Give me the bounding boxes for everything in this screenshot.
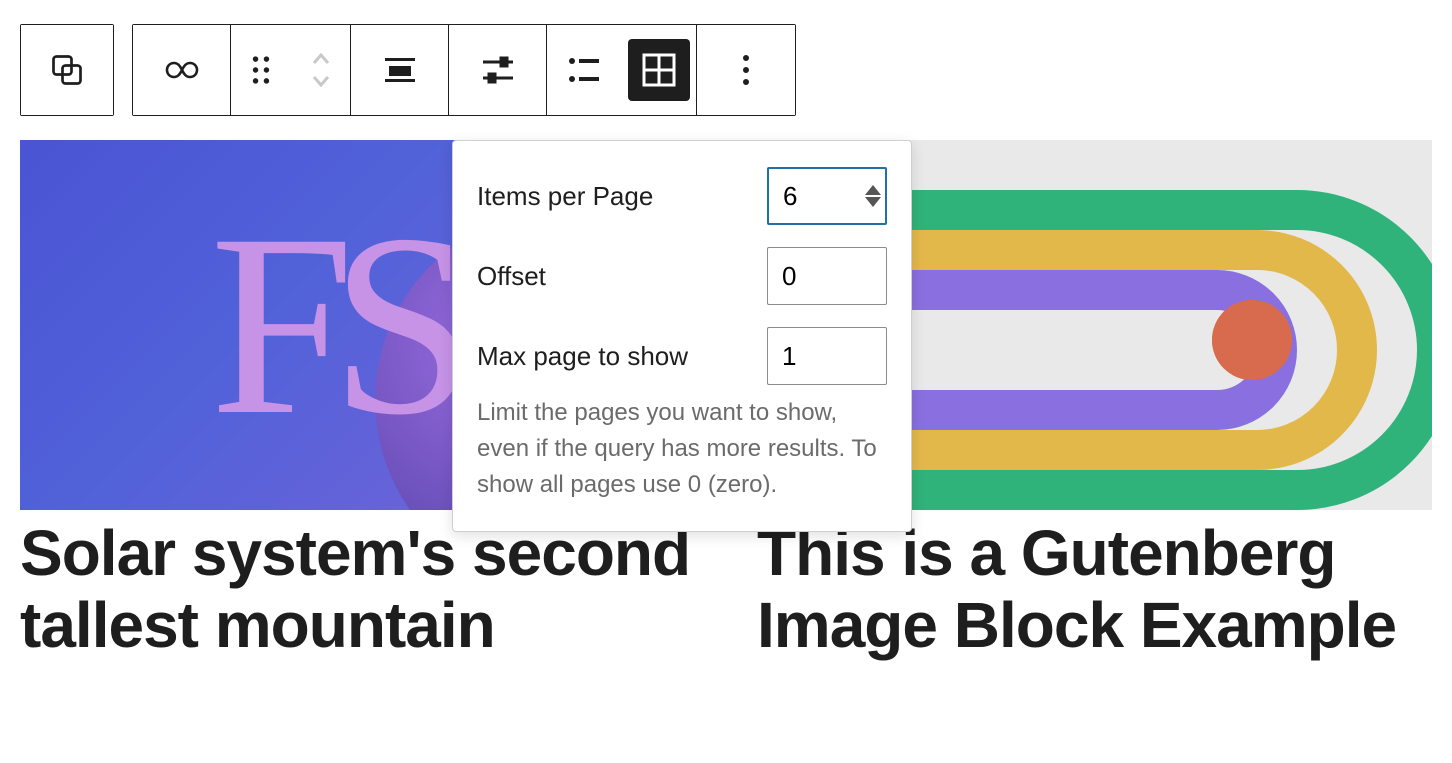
drag-icon: [250, 55, 272, 85]
sliders-icon: [481, 55, 515, 85]
items-per-page-label: Items per Page: [477, 181, 653, 212]
posts-grid: FS Solar system's second tallest mountai…: [20, 140, 1432, 661]
offset-input[interactable]: [767, 247, 887, 305]
align-icon: [383, 58, 417, 82]
block-toolbar: [20, 24, 1432, 116]
display-settings-button[interactable]: [449, 25, 547, 115]
block-type-button[interactable]: [21, 25, 113, 115]
max-page-input[interactable]: [767, 327, 887, 385]
post-title: This is a Gutenberg Image Block Example: [757, 518, 1432, 661]
max-page-field: [767, 327, 887, 385]
grid-view-button[interactable]: [622, 39, 697, 101]
drag-handle-button[interactable]: [231, 25, 291, 115]
move-button[interactable]: [291, 25, 351, 115]
display-settings-popover: Items per Page Offset Max page to show L…: [452, 140, 912, 532]
more-vertical-icon: [741, 53, 751, 87]
chevron-up-down-icon: [309, 49, 333, 91]
items-per-page-field: [767, 167, 887, 225]
pattern-button[interactable]: [133, 25, 231, 115]
items-per-page-row: Items per Page: [477, 167, 887, 225]
options-button[interactable]: [697, 25, 795, 115]
toolbar-main-group: [132, 24, 796, 116]
offset-label: Offset: [477, 261, 546, 292]
align-button[interactable]: [351, 25, 449, 115]
help-text: Limit the pages you want to show, even i…: [477, 395, 887, 503]
block-type-group: [20, 24, 114, 116]
max-page-label: Max page to show: [477, 341, 688, 372]
list-icon: [568, 57, 600, 83]
stepper-icon[interactable]: [865, 185, 881, 207]
offset-row: Offset: [477, 247, 887, 305]
max-page-row: Max page to show: [477, 327, 887, 385]
infinity-icon: [164, 60, 200, 80]
grid-icon: [642, 53, 676, 87]
list-view-button[interactable]: [547, 57, 622, 83]
post-title: Solar system's second tallest mountain: [20, 518, 695, 661]
view-mode-group: [547, 25, 697, 115]
query-loop-icon: [49, 52, 85, 88]
offset-field: [767, 247, 887, 305]
